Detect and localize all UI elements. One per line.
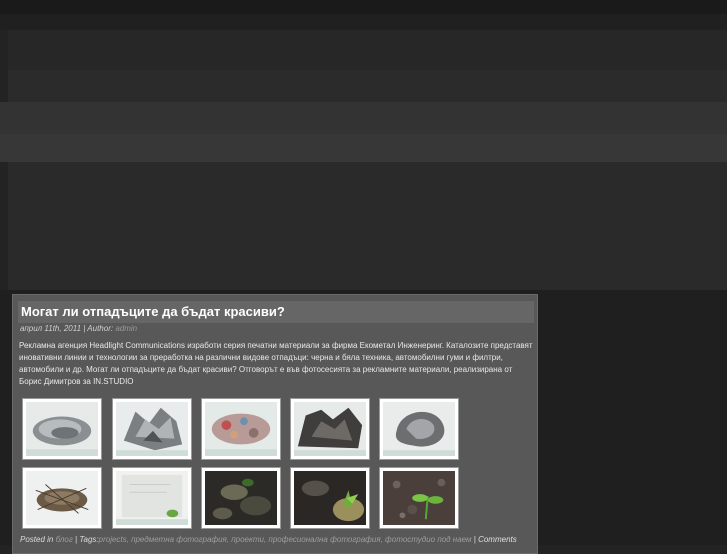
header-stripe bbox=[0, 134, 727, 162]
tags-list[interactable]: projects, предметна фотография, проекти,… bbox=[99, 535, 472, 544]
category-link[interactable]: блог bbox=[56, 535, 73, 544]
header-banner bbox=[8, 162, 727, 290]
posted-in-label: Posted in bbox=[20, 535, 54, 544]
footer-separator: | bbox=[471, 535, 476, 544]
gravel-sprout-thumbnail[interactable] bbox=[379, 467, 459, 529]
tags-label: | Tags: bbox=[72, 535, 99, 544]
colored-scrap-thumbnail[interactable] bbox=[201, 398, 281, 460]
header-stripe bbox=[8, 30, 727, 70]
post-date: април 11th, 2011 bbox=[20, 324, 82, 333]
header-stripe bbox=[0, 0, 727, 14]
metal-sculpture-thumbnail[interactable] bbox=[379, 398, 459, 460]
post-meta: април 11th, 2011 | Author: admin bbox=[20, 324, 138, 333]
metal-shavings-thumbnail[interactable] bbox=[22, 398, 102, 460]
paper-sprout-thumbnail[interactable] bbox=[112, 467, 192, 529]
header-stripe bbox=[0, 102, 727, 134]
header-stripe bbox=[0, 14, 727, 30]
blog-post: Могат ли отпадъците да бъдат красиви? ап… bbox=[12, 294, 538, 554]
author-link[interactable]: admin bbox=[115, 324, 137, 333]
nest-debris-thumbnail[interactable] bbox=[22, 467, 102, 529]
dark-scrap-pile-thumbnail[interactable] bbox=[290, 398, 370, 460]
post-title[interactable]: Могат ли отпадъците да бъдат красиви? bbox=[18, 301, 534, 323]
soil-sprout-thumbnail[interactable] bbox=[290, 467, 370, 529]
post-footer: Posted in блог | Tags:projects, предметн… bbox=[20, 535, 517, 544]
comments-link[interactable]: Comments bbox=[478, 535, 517, 544]
author-label: Author: bbox=[87, 324, 114, 333]
post-body: Рекламна агенция Headlight Communication… bbox=[19, 341, 533, 386]
crushed-metal-thumbnail[interactable] bbox=[112, 398, 192, 460]
header-stripe bbox=[8, 70, 727, 102]
dark-soil-thumbnail[interactable] bbox=[201, 467, 281, 529]
